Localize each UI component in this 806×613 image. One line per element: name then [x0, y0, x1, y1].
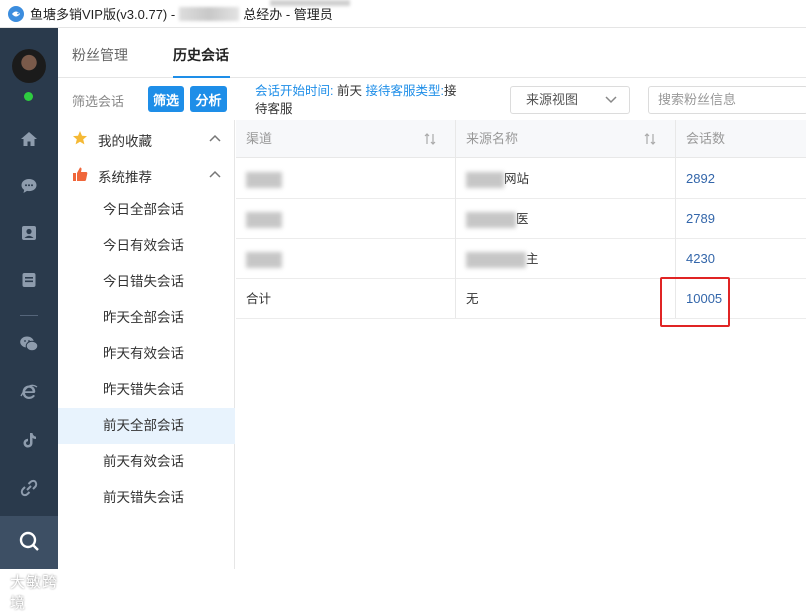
- table-row[interactable]: 网站 2892: [236, 159, 806, 199]
- condition-start-key: 会话开始时间:: [255, 84, 334, 98]
- redacted-source: [466, 251, 526, 268]
- chevron-up-icon: [209, 134, 221, 142]
- sort-icon: [644, 133, 656, 145]
- window-title-suffix: 总经办 - 管理员: [243, 7, 333, 22]
- condition-start-value: 前天: [336, 84, 362, 98]
- filter-conditions: 会话开始时间: 前天 接待客服类型:接 待客服: [255, 82, 470, 118]
- cell-channel: [236, 199, 282, 239]
- sidebar-item-daybefore-all[interactable]: 前天全部会话: [58, 408, 235, 444]
- rail-item-history[interactable]: [0, 516, 58, 569]
- column-header-count[interactable]: 会话数: [676, 120, 725, 158]
- redacted-channel: [246, 171, 282, 188]
- cell-source: 网站: [456, 159, 529, 199]
- watermark-text: 大敏跨境: [10, 574, 59, 612]
- table-row[interactable]: 医 2789: [236, 199, 806, 239]
- redacted-source: [466, 211, 516, 228]
- sidebar-item-today-valid[interactable]: 今日有效会话: [58, 228, 235, 264]
- search-input[interactable]: 搜索粉丝信息: [648, 86, 806, 114]
- cell-count: 4230: [686, 251, 715, 266]
- tab-history-sessions[interactable]: 历史会话: [173, 45, 229, 65]
- column-header-channel[interactable]: 渠道: [236, 120, 272, 158]
- group-favorites-label: 我的收藏: [98, 134, 152, 149]
- cell-channel: [236, 239, 282, 279]
- condition-type-key: 接待客服类型:: [365, 84, 444, 98]
- group-system-recommend[interactable]: 系统推荐: [58, 156, 235, 192]
- condition-type-value-2: 待客服: [255, 102, 293, 116]
- window-title-prefix: 鱼塘多销VIP版(v3.0.77) -: [30, 7, 176, 22]
- cell-source: 医: [456, 199, 529, 239]
- chevron-up-icon: [209, 170, 221, 178]
- sidebar-item-yesterday-missed[interactable]: 昨天错失会话: [58, 372, 235, 408]
- condition-type-value-1: 接: [443, 84, 457, 98]
- top-nav: 粉丝管理 历史会话: [58, 28, 806, 78]
- analyze-button[interactable]: 分析: [190, 86, 227, 112]
- source-view-select[interactable]: 来源视图: [510, 86, 630, 114]
- browser-e-icon[interactable]: [18, 381, 40, 403]
- online-status-dot: [24, 92, 33, 101]
- table-row[interactable]: 主 4230: [236, 239, 806, 279]
- notes-icon[interactable]: [18, 269, 40, 291]
- chat-icon[interactable]: [18, 175, 40, 197]
- cell-count: 2789: [686, 211, 715, 226]
- sidebar-item-yesterday-valid[interactable]: 昨天有效会话: [58, 336, 235, 372]
- column-header-source[interactable]: 来源名称: [456, 120, 518, 158]
- cell-source: 主: [456, 239, 539, 279]
- cell-channel: [236, 159, 282, 199]
- wechat-icon[interactable]: [18, 333, 40, 355]
- tab-fans-management[interactable]: 粉丝管理: [72, 45, 128, 65]
- rail-divider: [20, 315, 38, 316]
- sidebar-item-daybefore-valid[interactable]: 前天有效会话: [58, 444, 235, 480]
- star-icon: [73, 131, 87, 145]
- window-titlebar: 鱼塘多销VIP版(v3.0.77) - 总经办 - 管理员: [0, 0, 806, 28]
- link-icon[interactable]: [18, 477, 40, 499]
- sidebar-item-yesterday-all[interactable]: 昨天全部会话: [58, 300, 235, 336]
- filter-label: 筛选会话: [72, 94, 125, 109]
- left-icon-rail: 大敏跨境: [0, 28, 58, 612]
- app-logo-icon: [8, 5, 24, 22]
- cell-channel: 合计: [246, 292, 272, 306]
- thumbs-up-icon: [73, 167, 88, 181]
- redacted-channel: [246, 251, 282, 268]
- redacted-source: [466, 171, 504, 188]
- sidebar-item-daybefore-missed[interactable]: 前天错失会话: [58, 480, 235, 516]
- tiktok-icon[interactable]: [18, 429, 40, 451]
- filter-bar: 筛选会话 筛选 分析 会话开始时间: 前天 接待客服类型:接 待客服 来源视图 …: [58, 78, 806, 120]
- table-header: 渠道 来源名称 会话数: [236, 120, 806, 158]
- cell-source: 无: [466, 292, 479, 306]
- redacted-channel: [246, 211, 282, 228]
- source-view-label: 来源视图: [526, 92, 579, 107]
- home-icon[interactable]: [18, 128, 40, 150]
- filter-button[interactable]: 筛选: [148, 86, 184, 112]
- search-placeholder: 搜索粉丝信息: [658, 92, 737, 107]
- group-system-recommend-label: 系统推荐: [98, 170, 152, 185]
- history-search-icon: [19, 531, 39, 551]
- session-sidebar: 我的收藏 系统推荐 今日全部会话 今日有效会话 今日错失会话 昨天全部会话 昨天…: [58, 120, 235, 569]
- highlight-annotation-box: [660, 277, 730, 327]
- chevron-down-icon: [605, 96, 617, 104]
- redacted-title-part: [179, 6, 240, 21]
- sidebar-item-today-all[interactable]: 今日全部会话: [58, 192, 235, 228]
- avatar[interactable]: [12, 49, 46, 83]
- cell-count: 2892: [686, 171, 715, 186]
- sort-icon: [424, 133, 436, 145]
- sidebar-item-today-missed[interactable]: 今日错失会话: [58, 264, 235, 300]
- redacted-top-strip: [270, 0, 350, 6]
- column-divider: [455, 120, 456, 318]
- contacts-icon[interactable]: [18, 222, 40, 244]
- group-favorites[interactable]: 我的收藏: [58, 120, 235, 156]
